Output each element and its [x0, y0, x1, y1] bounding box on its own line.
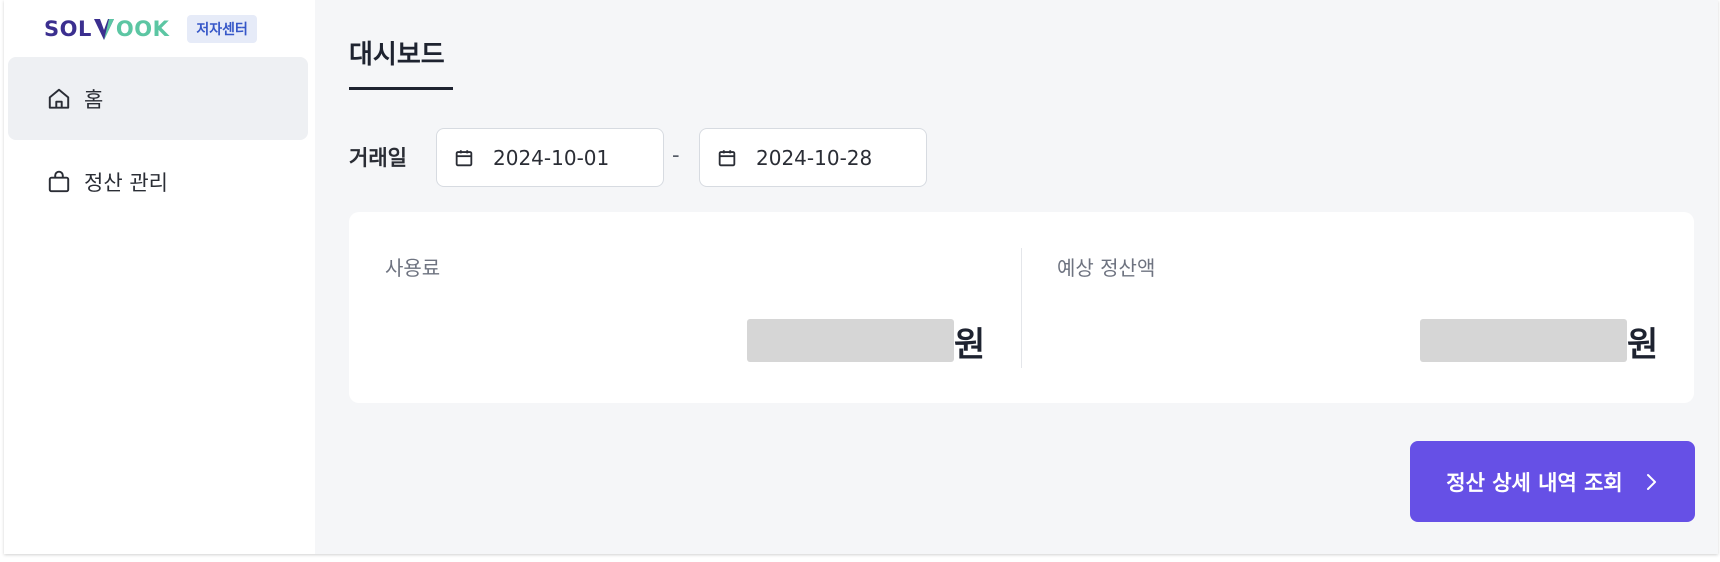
- expected-settlement-label: 예상 정산액: [1057, 256, 1156, 280]
- royalty-label: 사용료: [385, 256, 441, 280]
- sidebar-item-label: 정산 관리: [84, 170, 168, 195]
- start-date-field[interactable]: 2024-10-01: [436, 128, 664, 187]
- sidebar-item-home[interactable]: 홈: [8, 57, 308, 140]
- brand: SOL OOK 저자센터: [44, 13, 257, 45]
- author-center-badge: 저자센터: [187, 15, 257, 43]
- solbook-logo[interactable]: SOL OOK: [44, 16, 169, 42]
- logo-text-ook: OOK: [115, 17, 170, 41]
- metric-divider: [1021, 248, 1022, 368]
- calendar-icon: [716, 147, 738, 169]
- chevron-right-icon: [1643, 472, 1659, 492]
- shopping-bag-icon: [46, 169, 72, 195]
- expected-settlement-value-redacted: [1420, 319, 1627, 362]
- end-date-value: 2024-10-28: [756, 145, 873, 170]
- sidebar-item-label: 홈: [84, 87, 104, 112]
- summary-card: 사용료 원 예상 정산액 원: [349, 212, 1694, 403]
- date-range-separator: -: [672, 143, 680, 167]
- tab-underline: [349, 87, 453, 90]
- main-content: 대시보드 거래일 2024-10-01 - 2024-10-28 사용료 원 예…: [315, 0, 1718, 554]
- settlement-detail-button[interactable]: 정산 상세 내역 조회: [1410, 441, 1695, 522]
- settlement-detail-button-label: 정산 상세 내역 조회: [1446, 470, 1623, 495]
- page-title[interactable]: 대시보드: [349, 34, 445, 71]
- sidebar: SOL OOK 저자센터 홈 정산 관리: [4, 0, 315, 554]
- page: SOL OOK 저자센터 홈 정산 관리 대시보드 거래일 2024-10-01…: [0, 0, 1720, 562]
- calendar-icon: [453, 147, 475, 169]
- end-date-field[interactable]: 2024-10-28: [699, 128, 927, 187]
- royalty-unit: 원: [954, 325, 986, 365]
- logo-leaf-icon: [93, 16, 115, 42]
- royalty-value-redacted: [747, 319, 954, 362]
- home-icon: [46, 86, 72, 112]
- expected-settlement-unit: 원: [1627, 325, 1659, 365]
- sidebar-item-settlement[interactable]: 정산 관리: [8, 140, 308, 223]
- date-filter-label: 거래일: [349, 146, 407, 170]
- start-date-value: 2024-10-01: [493, 145, 610, 170]
- logo-text-sol: SOL: [44, 17, 92, 41]
- app-shell: SOL OOK 저자센터 홈 정산 관리 대시보드 거래일 2024-10-01…: [4, 0, 1718, 554]
